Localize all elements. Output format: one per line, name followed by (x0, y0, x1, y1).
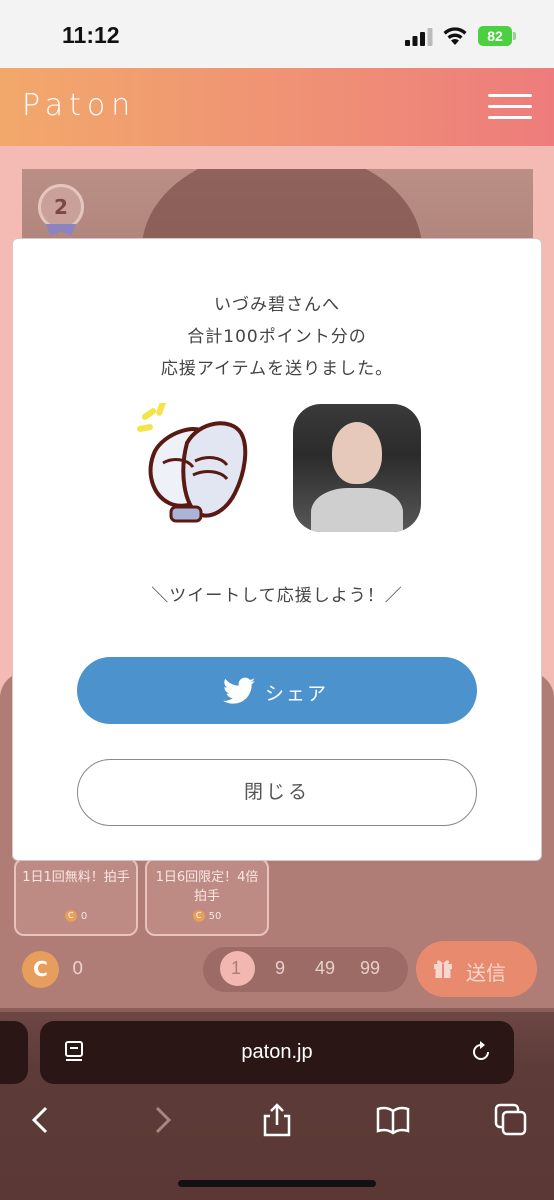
status-time: 11:12 (62, 22, 120, 48)
twitter-bird-icon (223, 677, 255, 704)
reload-icon[interactable] (470, 1041, 492, 1063)
share-label: シェア (265, 683, 329, 705)
previous-tab-stub[interactable] (0, 1021, 28, 1084)
item-price: C 50 (147, 910, 267, 922)
battery-tip (513, 32, 516, 40)
send-label: 送信 (466, 961, 506, 985)
url-text: paton.jp (241, 1041, 313, 1063)
item-price: C0 (16, 910, 136, 922)
paton-logo[interactable]: Paton (22, 88, 136, 123)
cellular-signal-icon (405, 28, 433, 46)
forward-arrow-icon[interactable] (145, 1103, 179, 1137)
app-header: Paton (0, 68, 554, 146)
status-bar: 11:12 82 (0, 0, 554, 68)
coin-icon: C (64, 910, 77, 922)
send-button[interactable]: 送信 (416, 941, 537, 997)
quantity-option-99[interactable]: 99 (360, 958, 380, 979)
rank-badge: 2 (38, 184, 84, 230)
coin-balance: 0 (72, 958, 84, 979)
tabs-icon[interactable] (494, 1103, 528, 1137)
clapping-hands-icon (137, 403, 248, 523)
item-label: 1日6回限定！4倍拍手 (155, 870, 259, 904)
modal-message-line2: 合計100ポイント分の (187, 327, 367, 347)
modal-message-line3: 応援アイテムを送りました。 (160, 359, 394, 379)
bookmarks-icon[interactable] (376, 1103, 410, 1137)
back-arrow-icon[interactable] (24, 1103, 58, 1137)
wifi-icon (443, 27, 467, 45)
close-button[interactable]: 閉じる (77, 759, 477, 826)
hamburger-menu-icon[interactable] (488, 94, 532, 120)
url-bar[interactable]: paton.jp (40, 1021, 514, 1084)
home-indicator (178, 1180, 376, 1187)
coin-icon: C (22, 951, 59, 988)
quantity-option-49[interactable]: 49 (315, 958, 335, 979)
share-button[interactable]: シェア (77, 657, 477, 724)
quantity-option-9[interactable]: 9 (275, 958, 285, 979)
tweet-cta-text: ＼ツイートして応援しよう！／ (151, 586, 403, 606)
recipient-avatar (293, 404, 421, 532)
item-label: 1日1回無料！拍手 (22, 870, 130, 885)
battery-indicator: 82 (478, 26, 512, 46)
rank-number: 2 (54, 195, 68, 219)
item-card-free-clap[interactable]: 1日1回無料！拍手 C0 (14, 858, 138, 936)
share-icon[interactable] (260, 1103, 294, 1137)
modal-message-line1: いづみ碧さんへ (214, 295, 340, 315)
coin-icon: C (192, 910, 205, 922)
gift-icon (434, 960, 452, 978)
quantity-option-1[interactable]: 1 (231, 958, 241, 979)
item-card-4x-clap[interactable]: 1日6回限定！4倍拍手 C 50 (145, 858, 269, 936)
